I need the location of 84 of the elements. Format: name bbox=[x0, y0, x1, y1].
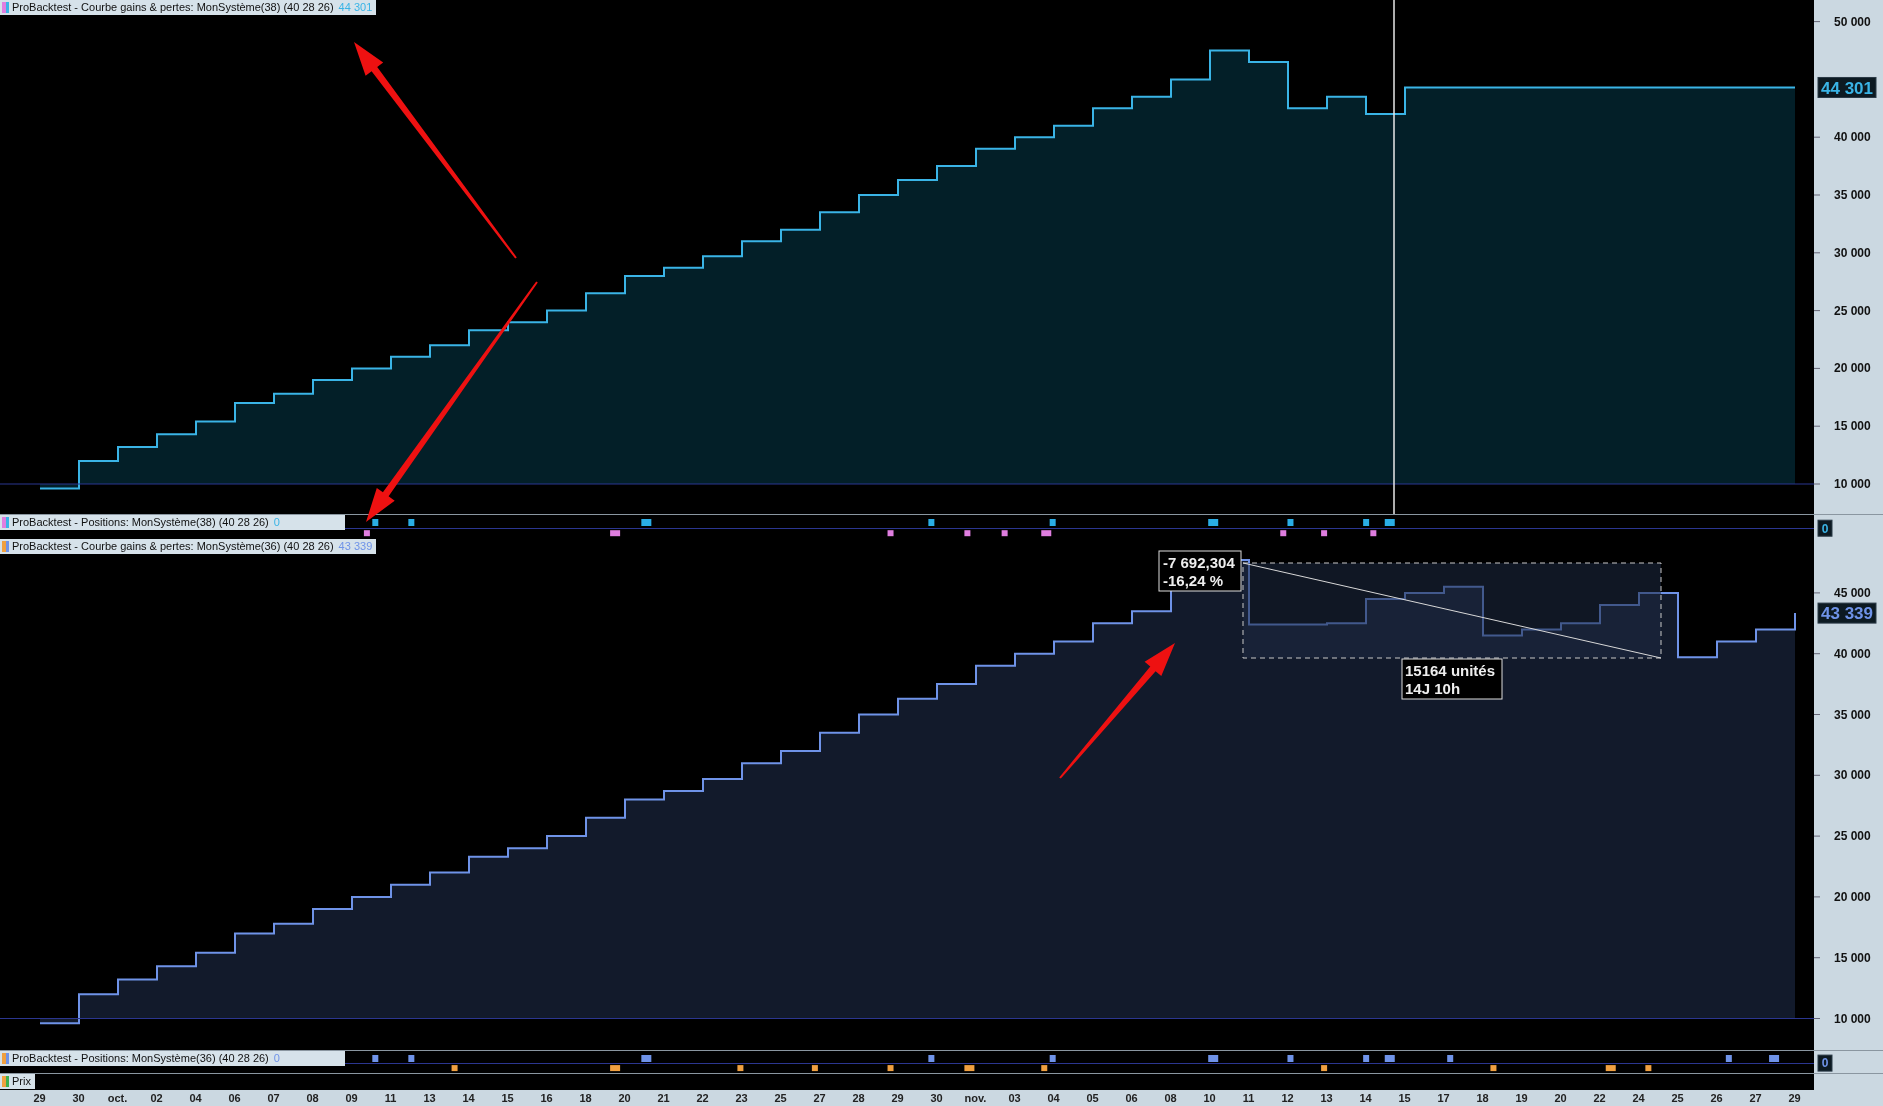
date-label: oct. bbox=[106, 1091, 129, 1106]
date-label: 15 bbox=[500, 1091, 515, 1106]
date-label: 24 bbox=[1631, 1091, 1646, 1106]
date-label: 05 bbox=[1085, 1091, 1100, 1106]
axis-label: 45 000 bbox=[1834, 585, 1871, 600]
legend-value: 44 301 bbox=[338, 0, 373, 15]
axis-label: 40 000 bbox=[1834, 646, 1871, 661]
price-tag: 43 339 bbox=[1817, 602, 1877, 624]
legend-title: ProBacktest - Courbe gains & pertes: MonSystème(36) (40 28 26) bbox=[12, 539, 334, 554]
date-label: 23 bbox=[734, 1091, 749, 1106]
date-label: 03 bbox=[1007, 1091, 1022, 1106]
axis-label: 35 000 bbox=[1834, 188, 1871, 202]
date-label: 30 bbox=[929, 1091, 944, 1106]
date-label: 15 bbox=[1397, 1091, 1412, 1106]
date-label: 07 bbox=[266, 1091, 281, 1106]
legend-swatch-icon bbox=[2, 1076, 9, 1087]
date-label: 28 bbox=[851, 1091, 866, 1106]
legend-swatch-icon bbox=[2, 1053, 9, 1064]
date-label: 25 bbox=[773, 1091, 788, 1106]
date-label: 27 bbox=[1748, 1091, 1763, 1106]
date-label: 20 bbox=[617, 1091, 632, 1106]
date-label: 25 bbox=[1670, 1091, 1685, 1106]
date-label: 22 bbox=[695, 1091, 710, 1106]
axis-label: 40 000 bbox=[1834, 130, 1871, 145]
drawdown-duration: 14J 10h bbox=[1405, 680, 1461, 697]
price-tag: 0 bbox=[1817, 519, 1833, 537]
date-label: 18 bbox=[578, 1091, 593, 1106]
date-label: 16 bbox=[539, 1091, 554, 1106]
price-tag: 44 301 bbox=[1817, 77, 1877, 98]
axis-label: 30 000 bbox=[1834, 245, 1871, 260]
legend-value: 0 bbox=[273, 515, 280, 530]
axis-label: 20 000 bbox=[1834, 361, 1871, 376]
date-label: 30 bbox=[71, 1091, 86, 1106]
axis-label: 25 000 bbox=[1834, 303, 1871, 318]
date-label: 27 bbox=[812, 1091, 827, 1106]
legend-title: ProBacktest - Positions: MonSystème(38) (40 28 26) bbox=[12, 515, 269, 530]
date-label: 04 bbox=[1046, 1091, 1061, 1106]
date-label: 10 bbox=[1202, 1091, 1217, 1106]
date-label: 14 bbox=[1358, 1091, 1373, 1106]
date-label: 13 bbox=[422, 1091, 437, 1106]
date-label: 08 bbox=[1163, 1091, 1178, 1106]
date-label: 26 bbox=[1709, 1091, 1724, 1106]
date-label: 09 bbox=[344, 1091, 359, 1106]
legend-title: ProBacktest - Courbe gains & pertes: MonSystème(38) (40 28 26) bbox=[12, 0, 334, 15]
date-label: 02 bbox=[149, 1091, 164, 1106]
date-label: 29 bbox=[890, 1091, 905, 1106]
date-label: 14 bbox=[461, 1091, 476, 1106]
legend-title: Prix bbox=[12, 1074, 31, 1089]
date-label: 06 bbox=[227, 1091, 242, 1106]
date-label: 18 bbox=[1475, 1091, 1490, 1106]
axis-label: 25 000 bbox=[1834, 829, 1871, 844]
drawdown-units: 15164 unités bbox=[1405, 662, 1496, 679]
axis-label: 15 000 bbox=[1834, 419, 1871, 434]
date-label: 08 bbox=[305, 1091, 320, 1106]
date-label: 19 bbox=[1514, 1091, 1529, 1106]
date-label: 06 bbox=[1124, 1091, 1139, 1106]
legend-title: ProBacktest - Positions: MonSystème(36) (40 28 26) bbox=[12, 1051, 269, 1066]
date-label: 20 bbox=[1553, 1091, 1568, 1106]
drawdown-amount: -7 692,304 bbox=[1163, 554, 1235, 571]
axis-label: 10 000 bbox=[1834, 477, 1871, 491]
legend-swatch-icon bbox=[2, 517, 9, 528]
axis-label: 50 000 bbox=[1834, 14, 1871, 29]
date-label: 21 bbox=[656, 1091, 671, 1106]
axis-label: 35 000 bbox=[1834, 707, 1871, 722]
drawdown-percent: -16,24 % bbox=[1163, 572, 1224, 589]
legend-value: 0 bbox=[273, 1051, 280, 1066]
axis-label: 10 000 bbox=[1834, 1011, 1871, 1026]
price-tag: 0 bbox=[1817, 1054, 1833, 1072]
axis-label: 15 000 bbox=[1834, 950, 1871, 965]
date-label: 17 bbox=[1436, 1091, 1451, 1106]
date-label: nov. bbox=[963, 1091, 988, 1106]
date-label: 29 bbox=[1787, 1091, 1802, 1106]
date-label: 11 bbox=[383, 1091, 398, 1106]
legend-swatch-icon bbox=[2, 541, 9, 552]
date-label: 12 bbox=[1280, 1091, 1295, 1106]
date-label: 22 bbox=[1592, 1091, 1607, 1106]
date-label: 04 bbox=[188, 1091, 203, 1106]
axis-label: 30 000 bbox=[1834, 768, 1871, 783]
legend-value: 43 339 bbox=[338, 539, 373, 554]
legend-swatch-icon bbox=[2, 2, 9, 13]
date-label: 11 bbox=[1241, 1091, 1256, 1106]
date-label: 13 bbox=[1319, 1091, 1334, 1106]
axis-label: 20 000 bbox=[1834, 889, 1871, 904]
date-label: 29 bbox=[32, 1091, 47, 1106]
